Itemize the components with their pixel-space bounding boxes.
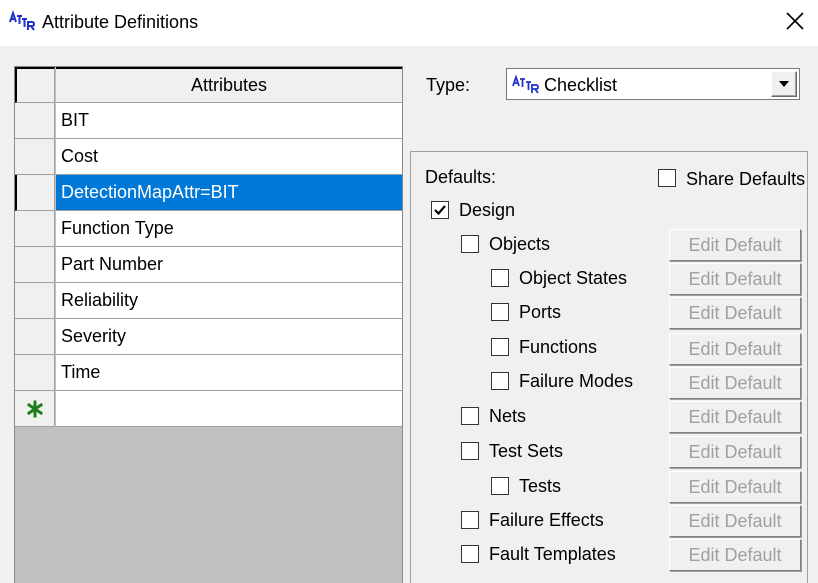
table-row[interactable]: BIT	[15, 103, 402, 139]
checkmark-icon	[434, 205, 446, 216]
objects-checkbox[interactable]	[461, 235, 479, 253]
attribute-app-icon	[9, 10, 36, 31]
test-sets-checkbox[interactable]	[461, 442, 479, 460]
attribute-cell[interactable]: Part Number	[56, 247, 402, 283]
ports-checkbox[interactable]	[491, 303, 509, 321]
table-row[interactable]: Cost	[15, 139, 402, 175]
new-row-cell[interactable]	[56, 391, 402, 427]
edit-default-functions-button[interactable]: Edit Default	[669, 333, 801, 365]
type-dropdown-button[interactable]	[771, 71, 797, 97]
row-header[interactable]	[15, 211, 55, 247]
row-header[interactable]	[15, 355, 55, 391]
design-checkbox[interactable]	[431, 201, 449, 219]
functions-label[interactable]: Functions	[519, 336, 597, 358]
edit-default-fault-templates-button[interactable]: Edit Default	[669, 539, 801, 571]
attribute-cell[interactable]: Severity	[56, 319, 402, 355]
design-label[interactable]: Design	[459, 199, 515, 221]
checklist-type-icon	[512, 75, 539, 94]
edit-default-objects-button[interactable]: Edit Default	[669, 229, 801, 261]
attribute-cell[interactable]: Time	[56, 355, 402, 391]
grid-header-row: Attributes	[15, 67, 402, 103]
functions-checkbox[interactable]	[491, 338, 509, 356]
table-row[interactable]: Reliability	[15, 283, 402, 319]
new-row-header[interactable]	[15, 391, 55, 427]
attribute-cell[interactable]: Cost	[56, 139, 402, 175]
share-defaults-label[interactable]: Share Defaults	[686, 168, 805, 190]
grid-corner-cell[interactable]	[15, 67, 55, 103]
share-defaults-checkbox[interactable]	[658, 169, 676, 187]
column-header-attributes[interactable]: Attributes	[56, 67, 402, 103]
attribute-cell[interactable]: Function Type	[56, 211, 402, 247]
chevron-down-icon	[779, 81, 789, 87]
attributes-grid: Attributes BIT Cost DetectionMapAttr=BIT…	[14, 66, 403, 583]
fault-templates-label[interactable]: Fault Templates	[489, 543, 616, 565]
new-row-asterisk-icon	[26, 400, 44, 418]
close-icon	[786, 12, 804, 30]
tests-checkbox[interactable]	[491, 477, 509, 495]
defaults-label: Defaults:	[425, 167, 497, 187]
table-row[interactable]: Time	[15, 355, 402, 391]
edit-default-failure-effects-button[interactable]: Edit Default	[669, 505, 801, 537]
object-states-label[interactable]: Object States	[519, 267, 627, 289]
title-bar: Attribute Definitions	[0, 0, 818, 46]
tests-label[interactable]: Tests	[519, 475, 561, 497]
attribute-cell[interactable]: Reliability	[56, 283, 402, 319]
table-row[interactable]: Severity	[15, 319, 402, 355]
table-row[interactable]: Function Type	[15, 211, 402, 247]
type-label: Type:	[426, 75, 471, 95]
row-header[interactable]	[15, 139, 55, 175]
row-header[interactable]	[15, 247, 55, 283]
edit-default-nets-button[interactable]: Edit Default	[669, 401, 801, 433]
ports-label[interactable]: Ports	[519, 301, 561, 323]
object-states-checkbox[interactable]	[491, 269, 509, 287]
type-dropdown-value: Checklist	[544, 75, 618, 95]
failure-effects-checkbox[interactable]	[461, 511, 479, 529]
table-row[interactable]: Part Number	[15, 247, 402, 283]
table-row[interactable]: DetectionMapAttr=BIT	[15, 175, 402, 211]
window-title: Attribute Definitions	[42, 12, 199, 32]
failure-modes-label[interactable]: Failure Modes	[519, 370, 633, 392]
edit-default-ports-button[interactable]: Edit Default	[669, 297, 801, 329]
new-row[interactable]	[15, 391, 402, 427]
close-button[interactable]	[772, 0, 818, 42]
attribute-cell[interactable]: BIT	[56, 103, 402, 139]
row-header[interactable]	[15, 283, 55, 319]
failure-effects-label[interactable]: Failure Effects	[489, 509, 604, 531]
fault-templates-checkbox[interactable]	[461, 545, 479, 563]
edit-default-test-sets-button[interactable]: Edit Default	[669, 436, 801, 468]
row-header[interactable]	[15, 175, 55, 211]
objects-label[interactable]: Objects	[489, 233, 550, 255]
nets-checkbox[interactable]	[461, 407, 479, 425]
test-sets-label[interactable]: Test Sets	[489, 440, 563, 462]
nets-label[interactable]: Nets	[489, 405, 526, 427]
edit-default-tests-button[interactable]: Edit Default	[669, 471, 801, 503]
type-dropdown[interactable]: Checklist	[506, 68, 800, 100]
edit-default-object-states-button[interactable]: Edit Default	[669, 263, 801, 295]
row-header[interactable]	[15, 319, 55, 355]
edit-default-failure-modes-button[interactable]: Edit Default	[669, 367, 801, 399]
failure-modes-checkbox[interactable]	[491, 372, 509, 390]
attribute-cell-selected[interactable]: DetectionMapAttr=BIT	[56, 175, 402, 211]
row-header[interactable]	[15, 103, 55, 139]
